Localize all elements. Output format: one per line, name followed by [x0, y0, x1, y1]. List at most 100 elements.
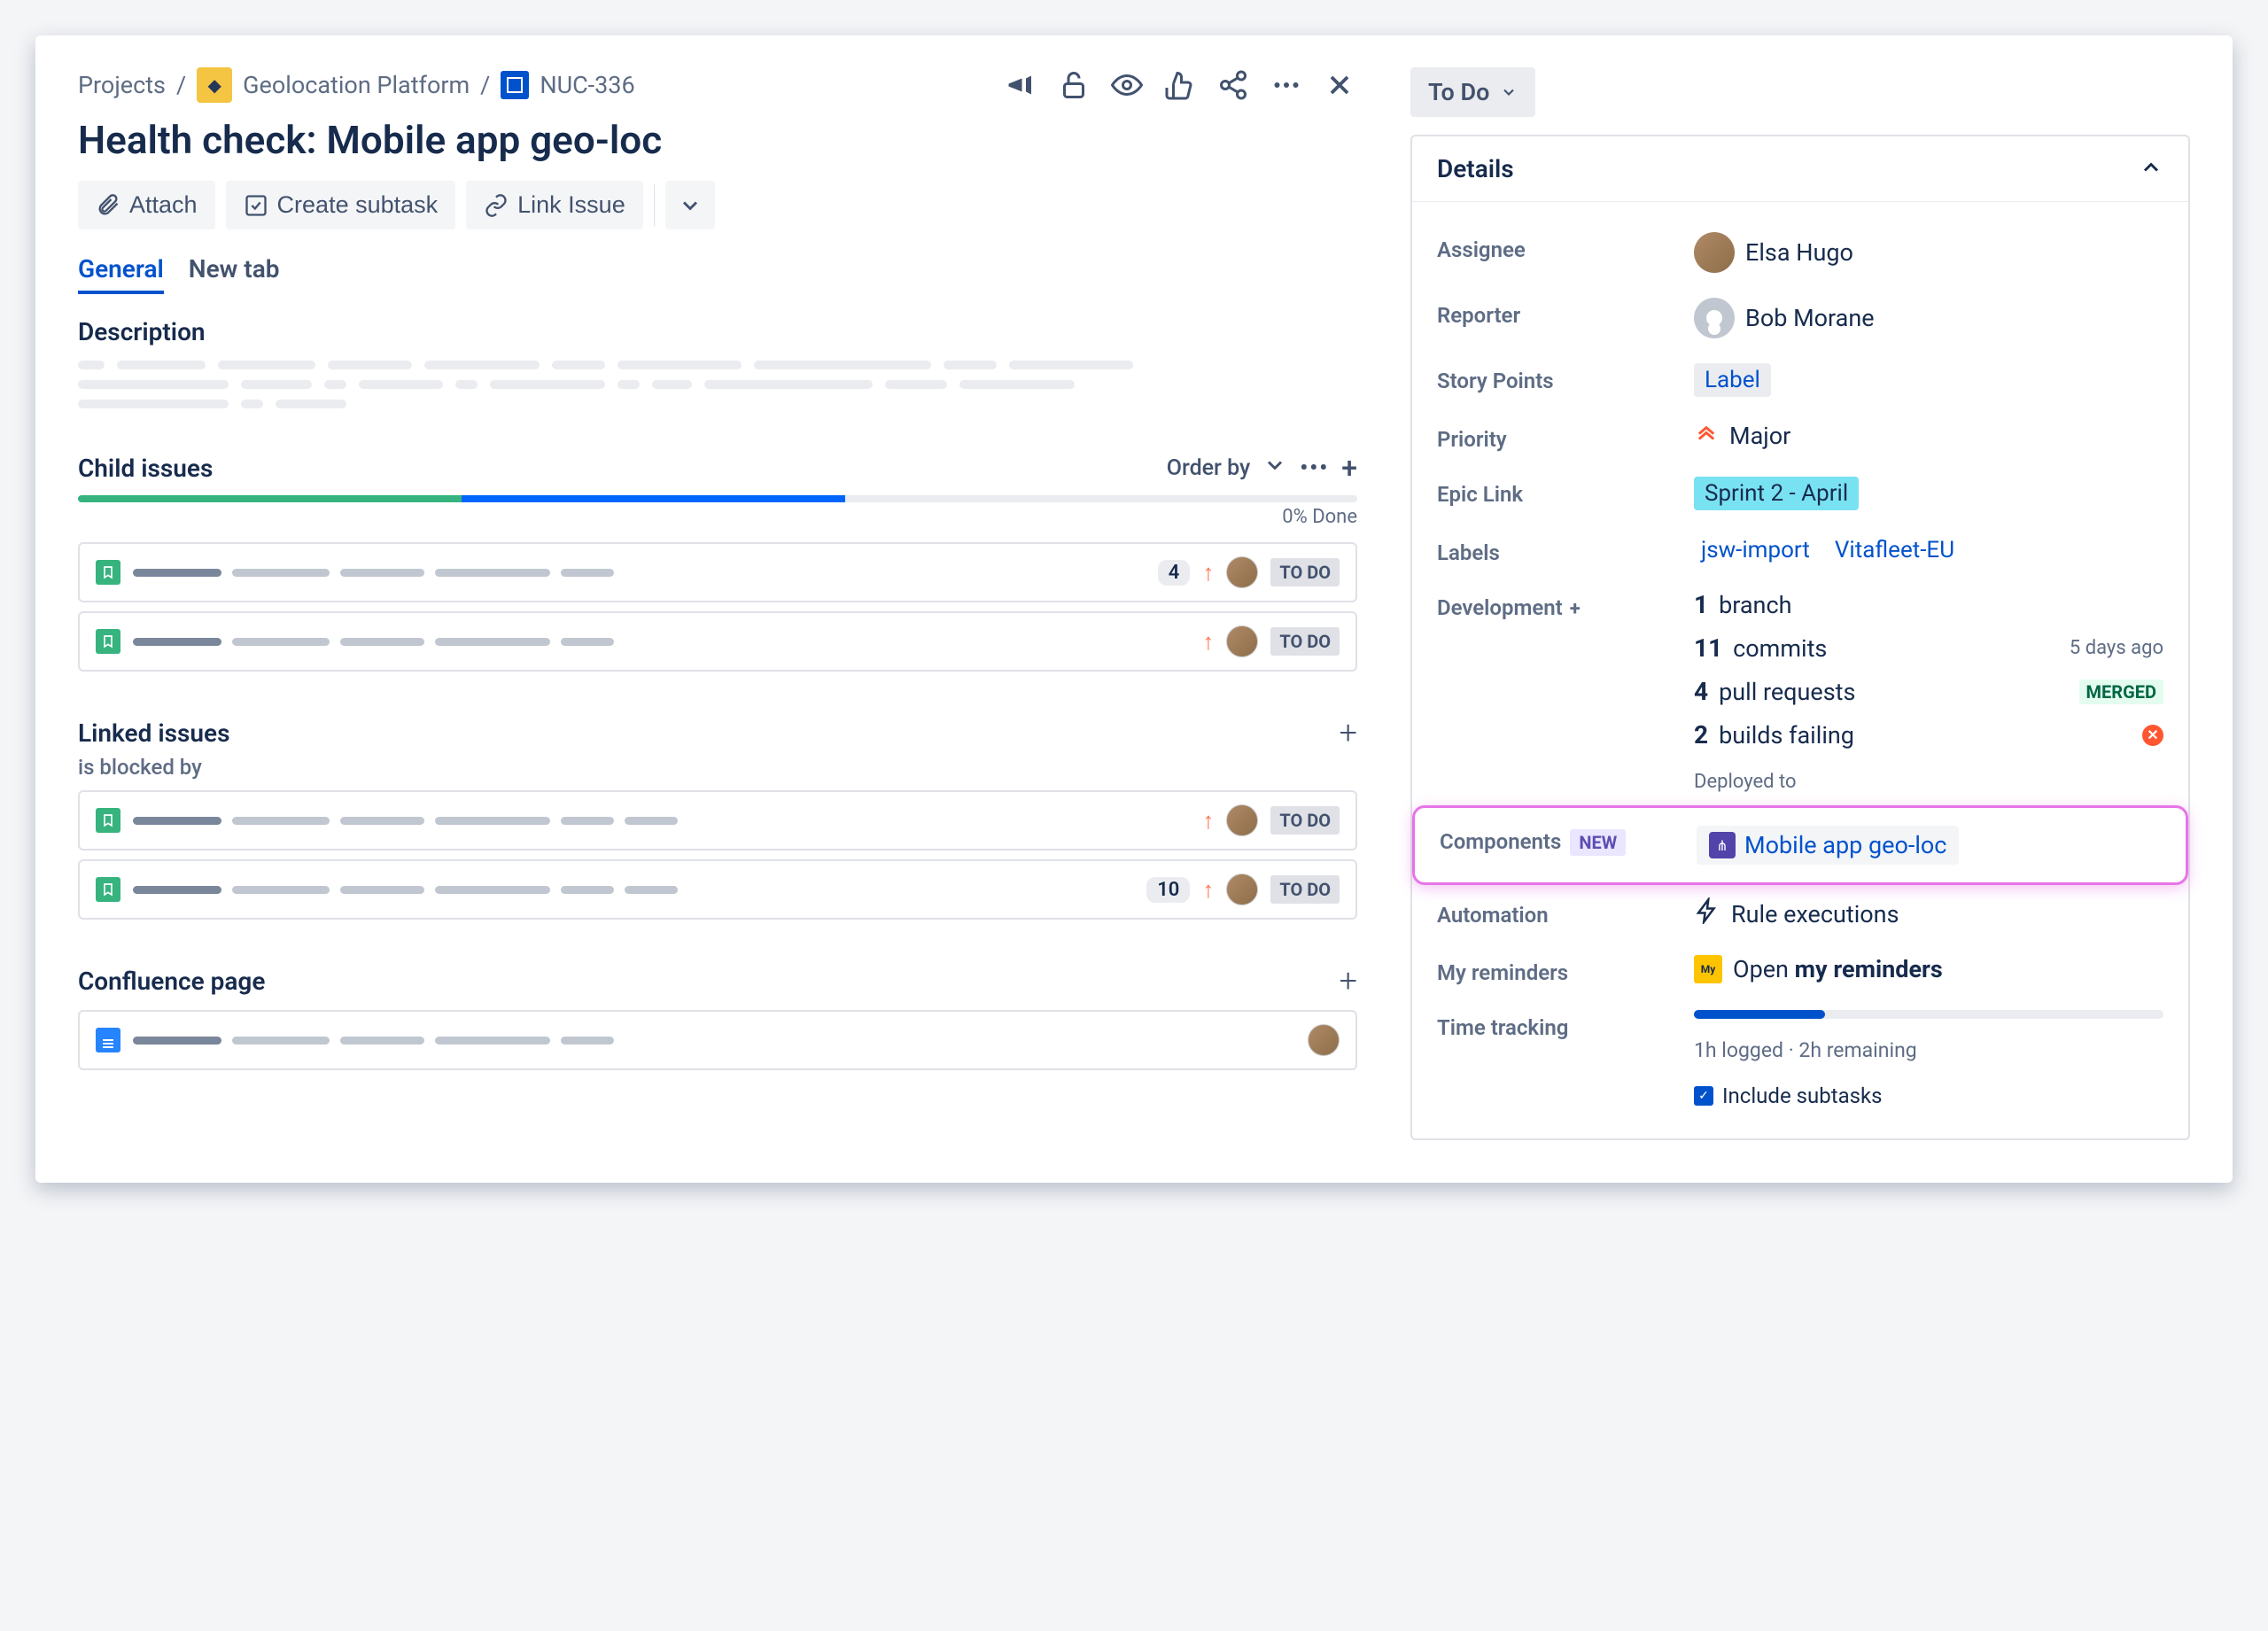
merged-badge: MERGED — [2079, 680, 2163, 704]
status-dropdown[interactable]: To Do — [1410, 67, 1535, 117]
assignee-avatar[interactable] — [1226, 625, 1258, 657]
linked-issues-heading: Linked issues — [78, 718, 230, 748]
tabs: General New tab — [78, 247, 1357, 296]
epic-field[interactable]: Sprint 2 - April — [1694, 477, 2163, 510]
add-link-button[interactable]: + — [1340, 714, 1357, 751]
issuetype-icon — [501, 71, 529, 99]
details-toggle[interactable]: Details — [1412, 136, 2188, 202]
child-more-icon[interactable]: ••• — [1300, 455, 1329, 481]
page-icon — [96, 1028, 120, 1052]
labels-field[interactable]: jsw-import Vitafleet-EU — [1694, 535, 2163, 565]
create-subtask-button[interactable]: Create subtask — [226, 181, 456, 229]
assignee-avatar[interactable] — [1226, 804, 1258, 836]
timetracking-label: Time tracking — [1437, 1010, 1694, 1040]
feedback-icon[interactable] — [1003, 67, 1038, 103]
priority-icon: ↑ — [1202, 559, 1214, 586]
avatar — [1694, 298, 1735, 338]
components-field[interactable]: ⋔ Mobile app geo-loc — [1697, 826, 2161, 865]
tab-new[interactable]: New tab — [189, 247, 280, 294]
automation-label: Automation — [1437, 897, 1694, 928]
automation-field[interactable]: Rule executions — [1694, 897, 2163, 930]
status-lozenge[interactable]: TO DO — [1270, 806, 1340, 835]
tab-general[interactable]: General — [78, 247, 164, 294]
confluence-heading: Confluence page — [78, 967, 265, 996]
add-dev-icon[interactable]: + — [1570, 598, 1581, 620]
child-issue-row[interactable]: ↑ TO DO — [78, 611, 1357, 672]
epic-label: Epic Link — [1437, 477, 1694, 507]
breadcrumb-projects[interactable]: Projects — [78, 71, 166, 99]
time-bar — [1694, 1010, 2163, 1019]
chevron-down-icon[interactable] — [1262, 453, 1287, 484]
priority-field[interactable]: Major — [1694, 422, 2163, 450]
story-icon — [96, 808, 120, 833]
breadcrumb-issue-key[interactable]: NUC-336 — [540, 71, 634, 99]
project-icon: ◆ — [197, 67, 232, 103]
add-child-button[interactable]: + — [1341, 451, 1357, 485]
priority-icon: ↑ — [1202, 807, 1214, 835]
storypoints-field[interactable]: Label — [1694, 363, 2163, 397]
deployed-to: Deployed to — [1694, 771, 2163, 793]
dev-builds[interactable]: 2builds failing✕ — [1694, 720, 2163, 749]
child-issue-row[interactable]: 4 ↑ TO DO — [78, 542, 1357, 602]
assignee-avatar[interactable] — [1226, 556, 1258, 588]
author-avatar[interactable] — [1308, 1024, 1340, 1056]
automation-icon — [1694, 897, 1720, 930]
priority-label: Priority — [1437, 422, 1694, 452]
estimate-badge: 4 — [1158, 560, 1191, 586]
priority-icon: ↑ — [1202, 628, 1214, 656]
include-subtasks-checkbox[interactable]: ✓Include subtasks — [1694, 1083, 2163, 1108]
lock-icon[interactable] — [1056, 67, 1091, 103]
story-icon — [96, 629, 120, 654]
status-lozenge[interactable]: TO DO — [1270, 875, 1340, 904]
assignee-avatar[interactable] — [1226, 874, 1258, 905]
status-lozenge[interactable]: TO DO — [1270, 558, 1340, 586]
attach-button[interactable]: Attach — [78, 181, 215, 229]
dev-pr[interactable]: 4pull requestsMERGED — [1694, 677, 2163, 706]
watch-icon[interactable] — [1109, 67, 1145, 103]
link-issue-button[interactable]: Link Issue — [466, 181, 643, 229]
more-icon[interactable] — [1269, 67, 1304, 103]
development-field: 1branch 11commits5 days ago 4pull reques… — [1694, 590, 2163, 793]
chevron-up-icon — [2139, 155, 2163, 183]
vote-icon[interactable] — [1162, 67, 1198, 103]
confluence-row[interactable] — [78, 1010, 1357, 1070]
order-by-button[interactable]: Order by — [1167, 455, 1251, 481]
reminders-label: My reminders — [1437, 955, 1694, 985]
dev-branch[interactable]: 1branch — [1694, 590, 2163, 619]
add-confluence-button[interactable]: + — [1340, 962, 1357, 999]
story-icon — [96, 877, 120, 902]
fail-icon: ✕ — [2142, 725, 2163, 746]
share-icon[interactable] — [1216, 67, 1251, 103]
assignee-field[interactable]: Elsa Hugo — [1694, 232, 2163, 273]
new-badge: NEW — [1570, 829, 1626, 856]
components-label: ComponentsNEW — [1440, 826, 1697, 854]
description-heading: Description — [78, 317, 1357, 346]
timetracking-field[interactable]: 1h logged · 2h remaining ✓Include subtas… — [1694, 1010, 2163, 1108]
breadcrumb: Projects / ◆ Geolocation Platform / NUC-… — [78, 67, 635, 103]
linked-issue-row[interactable]: ↑ TO DO — [78, 790, 1357, 850]
child-issues-heading: Child issues — [78, 454, 213, 483]
major-icon — [1694, 423, 1719, 448]
avatar — [1694, 232, 1735, 273]
breadcrumb-project[interactable]: Geolocation Platform — [243, 71, 470, 99]
development-label: Development+ — [1437, 590, 1694, 620]
dev-commits[interactable]: 11commits5 days ago — [1694, 633, 2163, 663]
status-lozenge[interactable]: TO DO — [1270, 627, 1340, 656]
link-type-label: is blocked by — [78, 755, 1357, 780]
reminders-icon: My — [1694, 955, 1722, 983]
issue-title[interactable]: Health check: Mobile app geo-loc — [78, 117, 1357, 163]
link-issue-more-button[interactable] — [665, 181, 715, 229]
story-icon — [96, 560, 120, 585]
reminders-field[interactable]: My Open my reminders — [1694, 955, 2163, 983]
labels-label: Labels — [1437, 535, 1694, 565]
priority-icon: ↑ — [1202, 876, 1214, 904]
percent-done: 0% Done — [78, 506, 1357, 528]
top-actions — [1003, 67, 1357, 103]
storypoints-label: Story Points — [1437, 363, 1694, 393]
description-field[interactable] — [78, 361, 1357, 408]
reporter-field[interactable]: Bob Morane — [1694, 298, 2163, 338]
child-progress — [78, 495, 1357, 502]
close-icon[interactable] — [1322, 67, 1357, 103]
linked-issue-row[interactable]: 10 ↑ TO DO — [78, 859, 1357, 920]
component-icon: ⋔ — [1709, 832, 1736, 858]
